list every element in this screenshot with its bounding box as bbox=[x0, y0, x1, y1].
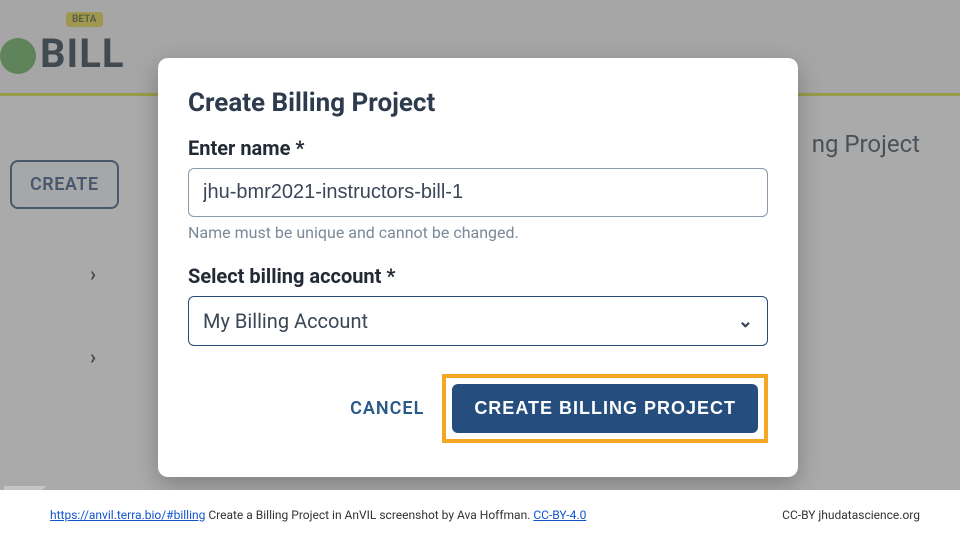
billing-account-select[interactable]: My Billing Account ⌄ bbox=[188, 296, 768, 346]
billing-account-label: Select billing account * bbox=[188, 264, 768, 288]
name-label: Enter name * bbox=[188, 136, 768, 160]
attribution-footer: https://anvil.terra.bio/#billing Create … bbox=[0, 490, 960, 540]
attribution-text: CC-BY jhudatascience.org bbox=[782, 508, 920, 522]
license-link[interactable]: CC-BY-4.0 bbox=[533, 508, 586, 522]
caption-text: Create a Billing Project in AnVIL screen… bbox=[205, 508, 533, 522]
source-url-link[interactable]: https://anvil.terra.bio/#billing bbox=[50, 508, 205, 522]
cancel-button[interactable]: CANCEL bbox=[350, 398, 424, 419]
chevron-down-icon: ⌄ bbox=[738, 311, 753, 332]
billing-account-value: My Billing Account bbox=[203, 309, 368, 333]
name-helper-text: Name must be unique and cannot be change… bbox=[188, 223, 768, 242]
dialog-title: Create Billing Project bbox=[188, 88, 768, 118]
dialog-actions: CANCEL CREATE BILLING PROJECT bbox=[188, 374, 768, 443]
project-name-input[interactable] bbox=[188, 168, 768, 217]
create-billing-project-dialog: Create Billing Project Enter name * Name… bbox=[158, 58, 798, 477]
create-billing-project-button[interactable]: CREATE BILLING PROJECT bbox=[452, 384, 758, 433]
highlight-annotation: CREATE BILLING PROJECT bbox=[442, 374, 768, 443]
